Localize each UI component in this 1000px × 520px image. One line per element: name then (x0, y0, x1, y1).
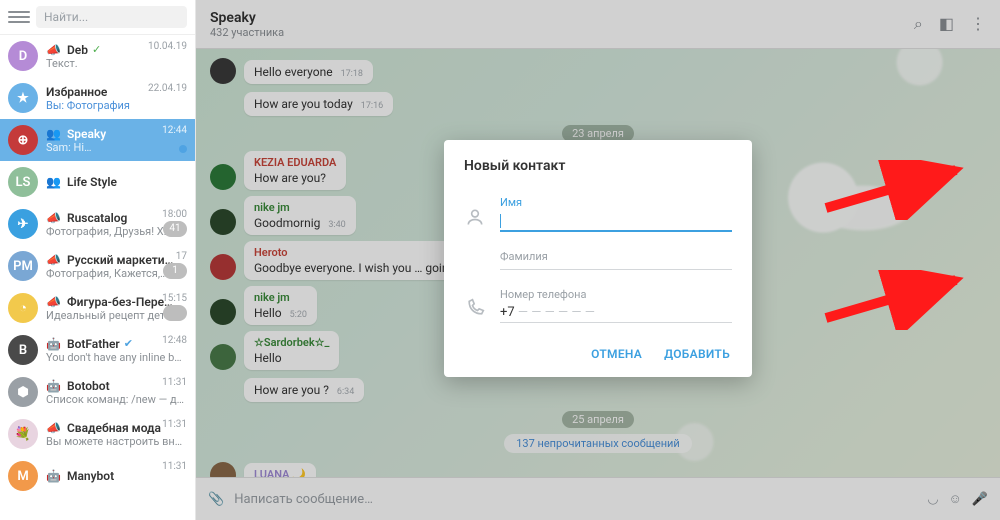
chat-item-title: Избранное (46, 85, 107, 99)
avatar: LS (8, 167, 38, 197)
unread-badge (179, 145, 187, 153)
sidebar-chat-item[interactable]: ✈📣RuscatalogФотография, Друзья! Х…18:004… (0, 203, 195, 245)
add-button[interactable]: ДОБАВИТЬ (662, 341, 732, 367)
chat-item-preview: Sam: Hi… (46, 141, 187, 154)
sidebar-chat-item[interactable]: PM📣Русский маркети…Фотография, Кажется,…… (0, 245, 195, 287)
chat-item-preview: Текст. (46, 57, 187, 70)
avatar: ✈ (8, 209, 38, 239)
chat-item-time: 12:48 (162, 335, 187, 346)
chat-item-time: 22.04.19 (148, 83, 187, 94)
new-contact-modal: Новый контакт Имя Фамилия (444, 140, 752, 377)
name-label: Имя (500, 196, 732, 209)
avatar: D (8, 41, 38, 71)
sidebar-chat-item[interactable]: ★ ИзбранноеВы: Фотография 22.04.19 (0, 77, 195, 119)
chat-item-time: 12:44 (162, 125, 187, 136)
sidebar-chat-item[interactable]: M 🤖 Manybot 11:31 (0, 455, 195, 497)
chat-type-icon: 📣 (46, 253, 61, 267)
app-root: Найти... D📣Deb✓Текст.10.04.19★ИзбранноеВ… (0, 0, 1000, 520)
avatar: ⬢ (8, 377, 38, 407)
phone-field: Номер телефона +7 — — — — — — (464, 288, 732, 323)
chat-type-icon: 📣 (46, 211, 61, 225)
avatar: ⊕ (8, 125, 38, 155)
sidebar-chat-item[interactable]: B 🤖 BotFather ✔You don't have any inline bo… (0, 329, 195, 371)
modal-title: Новый контакт (464, 158, 732, 174)
sidebar-chat-item[interactable]: ⬢ 🤖 BotobotСписок команд: /new — доб… 11:31 (0, 371, 195, 413)
menu-button[interactable] (8, 6, 30, 28)
chat-item-title: Botobot (67, 379, 110, 393)
chat-type-icon: 📣 (46, 421, 61, 435)
avatar: B (8, 335, 38, 365)
chat-item-time: 11:31 (162, 461, 187, 472)
main-panel: Speaky 432 участника ⌕ ◧ ⋮ Hello everyon… (196, 0, 1000, 520)
sidebar-chat-item[interactable]: ⊕ 👥 SpeakySam: Hi… 12:44 (0, 119, 195, 161)
chat-item-title: BotFather (67, 337, 120, 351)
unread-badge: 1 (163, 263, 187, 279)
chat-type-icon: 🤖 (46, 337, 61, 351)
chat-type-icon: 📣 (46, 43, 61, 57)
chat-item-title: Manybot (67, 469, 114, 483)
sidebar: Найти... D📣Deb✓Текст.10.04.19★ИзбранноеВ… (0, 0, 196, 520)
chat-item-time: 15:15 (162, 293, 187, 304)
chat-item-title: Русский маркети… (67, 253, 173, 267)
chat-type-icon: 👥 (46, 175, 61, 189)
avatar: 💐 (8, 419, 38, 449)
sidebar-chat-item[interactable]: LS 👥 Life Style (0, 161, 195, 203)
chat-item-title: Фигура-без-Пере… (67, 295, 173, 309)
modal-actions: ОТМЕНА ДОБАВИТЬ (464, 341, 732, 367)
avatar: ★ (8, 83, 38, 113)
chat-item-preview: Вы можете настроить вне… (46, 435, 187, 448)
chat-type-icon: 🤖 (46, 379, 61, 393)
chat-item-time: 11:31 (162, 377, 187, 388)
sent-check-icon: ✓ (92, 43, 101, 56)
avatar: PM (8, 251, 38, 281)
modal-overlay[interactable]: Новый контакт Имя Фамилия (196, 0, 1000, 520)
chat-item-title: Deb (67, 43, 88, 57)
name-input[interactable] (500, 211, 732, 232)
name-field: Имя (464, 196, 732, 232)
chat-item-title: Life Style (67, 175, 117, 189)
chat-type-icon: 👥 (46, 127, 61, 141)
chat-item-preview: You don't have any inline bo… (46, 351, 187, 364)
sidebar-chat-item[interactable]: 💐 📣 Свадебная модаВы можете настроить вне…… (0, 413, 195, 455)
phone-input[interactable]: +7 — — — — — — (500, 303, 732, 323)
chat-list: D 📣 Deb ✓Текст. 10.04.19 ★ ИзбранноеВы: Фотогр… (0, 35, 195, 520)
phone-label: Номер телефона (500, 288, 732, 301)
avatar: ◔ (8, 293, 38, 323)
cancel-button[interactable]: ОТМЕНА (589, 341, 644, 367)
search-input[interactable]: Найти... (36, 6, 187, 28)
chat-item-time: 18:00 (162, 209, 187, 220)
surname-field: Фамилия (464, 250, 732, 270)
chat-item-preview: Вы: Фотография (46, 99, 187, 112)
person-icon (464, 207, 486, 232)
unread-badge (163, 305, 187, 321)
chat-type-icon: 📣 (46, 295, 61, 309)
chat-item-time: 17 (176, 251, 187, 262)
sidebar-top: Найти... (0, 0, 195, 35)
surname-input[interactable] (500, 265, 732, 270)
chat-item-time: 11:31 (162, 419, 187, 430)
chat-item-preview: Список команд: /new — доб… (46, 393, 187, 406)
chat-type-icon: 🤖 (46, 469, 61, 483)
chat-item-time: 10.04.19 (148, 41, 187, 52)
sidebar-chat-item[interactable]: D 📣 Deb ✓Текст. 10.04.19 (0, 35, 195, 77)
sidebar-chat-item[interactable]: ◔📣Фигура-без-Пере…Идеальный рецепт дет…1… (0, 287, 195, 329)
verified-icon: ✔ (124, 337, 133, 350)
avatar: M (8, 461, 38, 491)
phone-icon (464, 298, 486, 323)
chat-item-title: Свадебная мода (67, 421, 161, 435)
surname-label: Фамилия (500, 250, 732, 263)
unread-badge: 41 (163, 221, 187, 237)
chat-item-title: Speaky (67, 127, 106, 141)
chat-item-title: Ruscatalog (67, 211, 127, 225)
